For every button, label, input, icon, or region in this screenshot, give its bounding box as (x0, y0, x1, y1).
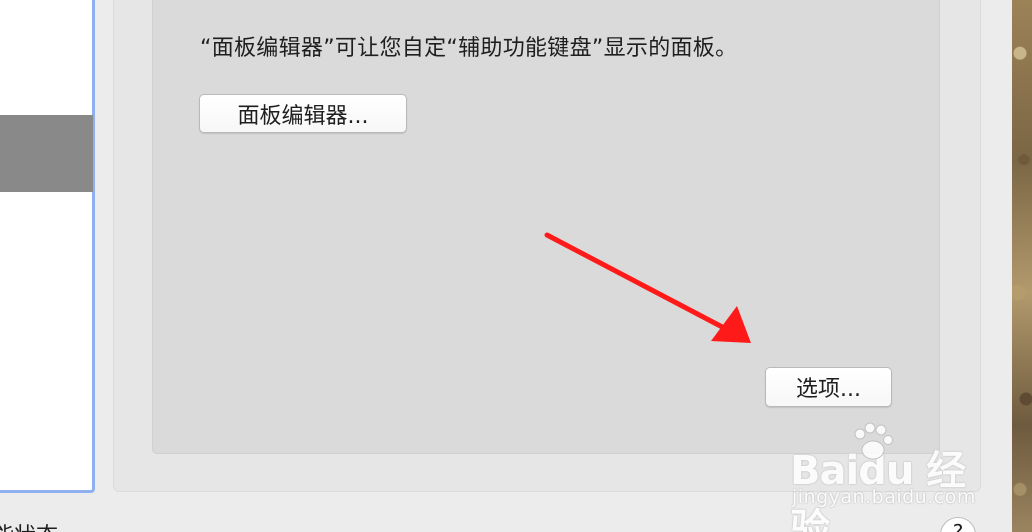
panel-editor-description: “面板编辑器”可让您自定“辅助功能键盘”显示的面板。 (200, 36, 738, 61)
panel-editor-button[interactable]: 面板编辑器... (199, 94, 407, 133)
status-label: 能状态 (0, 518, 58, 532)
help-button[interactable]: ? (940, 517, 976, 532)
desktop-wallpaper (1012, 0, 1032, 532)
sidebar-list[interactable] (0, 0, 95, 493)
sidebar-selected-item[interactable] (0, 115, 93, 192)
accessibility-preferences-window: “面板编辑器”可让您自定“辅助功能键盘”显示的面板。 面板编辑器... 选项..… (0, 0, 1032, 532)
options-button[interactable]: 选项... (765, 367, 892, 407)
